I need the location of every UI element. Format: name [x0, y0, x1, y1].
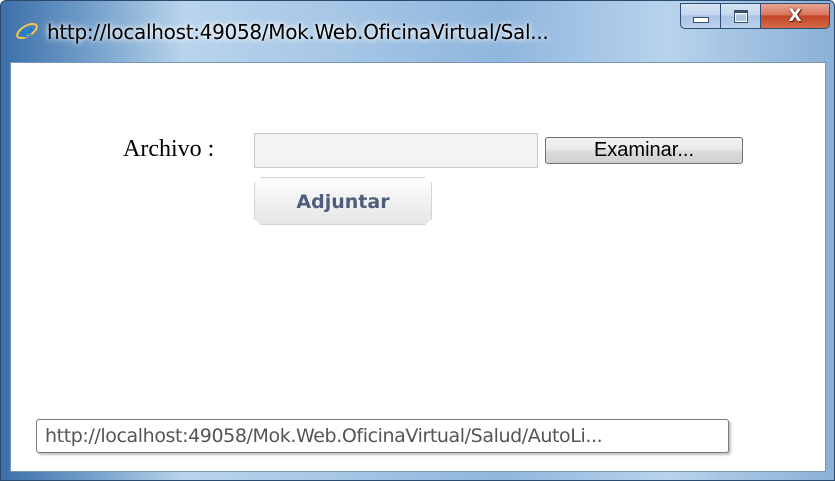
window-title: http://localhost:49058/Mok.Web.OficinaVi…: [47, 20, 549, 44]
minimize-icon: [692, 17, 709, 23]
file-path-input[interactable]: [254, 133, 538, 168]
caption-buttons: X: [680, 3, 830, 29]
page-content: Archivo : Examinar... Adjuntar http://lo…: [10, 62, 826, 472]
status-url-tooltip: http://localhost:49058/Mok.Web.OficinaVi…: [36, 419, 729, 453]
close-icon: X: [788, 6, 802, 26]
svg-text:e: e: [21, 19, 34, 42]
close-button[interactable]: X: [760, 3, 830, 29]
minimize-button[interactable]: [680, 3, 720, 29]
attach-button[interactable]: Adjuntar: [254, 177, 432, 225]
maximize-button[interactable]: [720, 3, 760, 29]
browser-window: e http://localhost:49058/Mok.Web.Oficina…: [0, 0, 835, 481]
maximize-icon: [733, 9, 748, 23]
file-label: Archivo :: [123, 136, 215, 162]
browse-button[interactable]: Examinar...: [545, 137, 743, 164]
title-bar[interactable]: e http://localhost:49058/Mok.Web.Oficina…: [1, 1, 834, 61]
ie-icon: e: [16, 19, 38, 42]
